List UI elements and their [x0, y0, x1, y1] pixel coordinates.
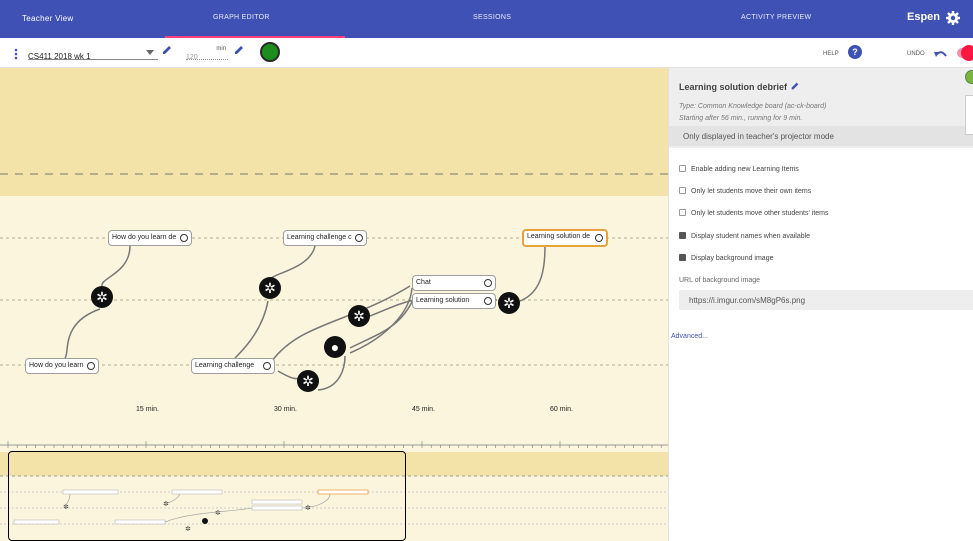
tab-teacher-view[interactable]: Teacher View: [22, 14, 73, 23]
option-move-own-items[interactable]: Only let students move their own items: [679, 187, 811, 195]
user-name[interactable]: Espen: [907, 11, 940, 23]
side-menu[interactable]: [965, 95, 973, 135]
bg-url-label: URL of background image: [679, 277, 761, 284]
activity-config-panel: Learning solution debrief Type: Common K…: [668, 68, 973, 541]
activity-learning-solution[interactable]: Learning solution: [412, 293, 496, 309]
checkbox[interactable]: [679, 165, 686, 172]
activity-timing: Starting after 56 min., running for 9 mi…: [679, 115, 803, 122]
connector-icon[interactable]: [484, 279, 492, 287]
help-icon[interactable]: ?: [848, 45, 862, 59]
gear-icon[interactable]: [945, 10, 961, 26]
activity-how-do-you-learn[interactable]: How do you learn: [25, 358, 99, 374]
connector-icon[interactable]: [595, 234, 603, 242]
checkbox-checked[interactable]: [679, 254, 686, 261]
ruler-ticks: [7, 441, 662, 448]
option-move-others-items[interactable]: Only let students move other students' i…: [679, 209, 829, 217]
activity-title[interactable]: Learning solution debrief: [679, 82, 787, 92]
operator-distribute-icon[interactable]: ✲: [91, 286, 113, 308]
top-app-bar: Teacher View GRAPH EDITOR SESSIONS ACTIV…: [0, 0, 973, 38]
toggle-switch[interactable]: [957, 45, 973, 61]
checkbox-checked[interactable]: [679, 232, 686, 239]
connector-icon[interactable]: [484, 297, 492, 305]
display-mode-select[interactable]: Only displayed in teacher's projector mo…: [669, 126, 973, 146]
activity-how-do-you-learn-debrief[interactable]: How do you learn de: [108, 230, 192, 246]
toolbar: CS411 2018 wk 1 120 min HELP ? UNDO: [0, 38, 973, 68]
tab-graph-editor[interactable]: GRAPH EDITOR: [213, 14, 270, 21]
minimap-viewport[interactable]: [8, 451, 406, 541]
duration-value: 120: [186, 54, 198, 61]
time-label: 15 min.: [136, 406, 159, 413]
connector-icon[interactable]: [87, 362, 95, 370]
undo-icon[interactable]: [934, 49, 948, 58]
operator-distribute-icon[interactable]: ✲: [498, 292, 520, 314]
option-display-student-names[interactable]: Display student names when available: [679, 232, 810, 240]
time-label: 45 min.: [412, 406, 435, 413]
option-display-background[interactable]: Display background image: [679, 254, 774, 262]
status-indicator[interactable]: [260, 42, 280, 62]
connector-icon[interactable]: [355, 234, 363, 242]
advanced-link[interactable]: Advanced...: [671, 333, 708, 340]
activity-learning-challenge[interactable]: Learning challenge: [191, 358, 275, 374]
bg-url-input[interactable]: https://i.imgur.com/sM8gP6s.png: [679, 290, 973, 310]
checkbox[interactable]: [679, 187, 686, 194]
graph-select[interactable]: CS411 2018 wk 1: [28, 46, 158, 61]
activity-learning-challenge-debrief[interactable]: Learning challenge c: [283, 230, 367, 246]
edit-duration-icon[interactable]: [233, 44, 245, 56]
connector-icon[interactable]: [263, 362, 271, 370]
time-label: 60 min.: [550, 406, 573, 413]
timeline-ruler[interactable]: [0, 438, 668, 448]
panel-header: Learning solution debrief Type: Common K…: [669, 68, 973, 148]
tab-activity-preview[interactable]: ACTIVITY PREVIEW: [741, 14, 811, 21]
help-label[interactable]: HELP: [823, 51, 839, 57]
operator-distribute-icon[interactable]: ✲: [259, 277, 281, 299]
activity-type: Type: Common Knowledge board (ac-ck-boar…: [679, 103, 827, 110]
activity-chat[interactable]: Chat: [412, 275, 496, 291]
checkbox[interactable]: [679, 209, 686, 216]
duration-input[interactable]: 120 min: [186, 46, 228, 61]
connector-icon[interactable]: [180, 234, 188, 242]
chevron-down-icon: [146, 50, 154, 55]
status-dot[interactable]: [965, 70, 973, 84]
time-label: 30 min.: [274, 406, 297, 413]
tab-sessions[interactable]: SESSIONS: [473, 14, 511, 21]
operator-group-icon[interactable]: ●: [324, 336, 346, 358]
activity-learning-solution-debrief[interactable]: Learning solution de: [522, 229, 608, 247]
edit-title-icon[interactable]: [790, 81, 800, 91]
option-enable-adding-items[interactable]: Enable adding new Learning Items: [679, 165, 799, 173]
more-vert-icon[interactable]: [14, 48, 18, 60]
undo-label[interactable]: UNDO: [907, 51, 925, 57]
duration-unit: min: [216, 46, 226, 52]
operator-distribute-icon[interactable]: ✲: [348, 305, 370, 327]
edit-name-icon[interactable]: [161, 44, 173, 56]
operator-distribute-icon[interactable]: ✲: [297, 370, 319, 392]
graph-select-value: CS411 2018 wk 1: [28, 52, 91, 61]
